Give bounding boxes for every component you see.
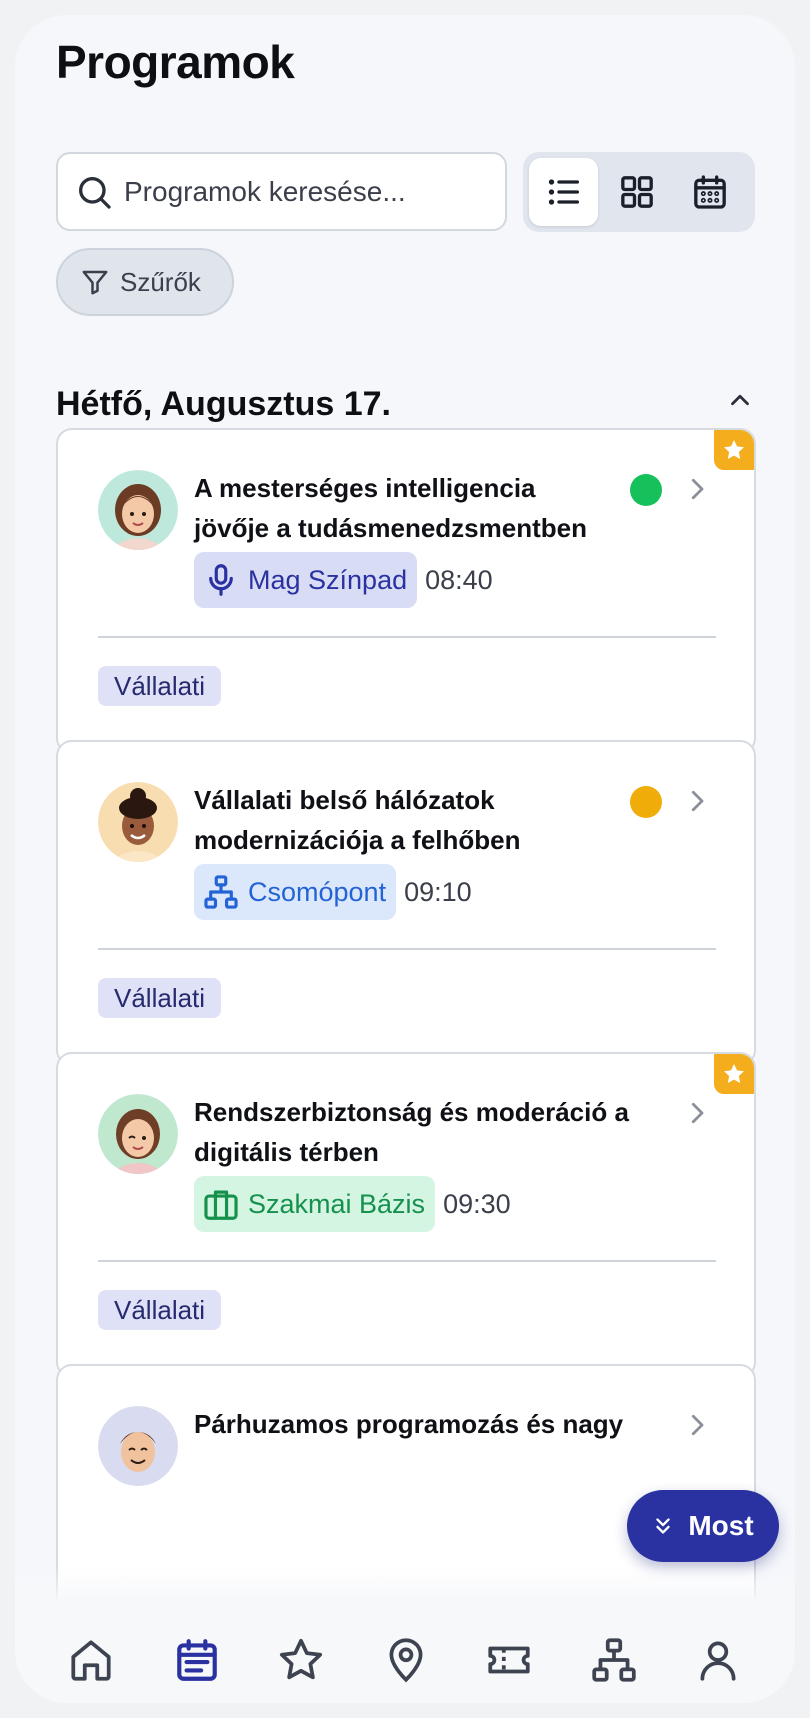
star-icon	[724, 1064, 744, 1083]
network-icon	[592, 1638, 636, 1682]
ticket-icon	[488, 1646, 530, 1674]
filter-icon	[82, 270, 108, 295]
star-icon	[724, 440, 744, 459]
avatar	[98, 1406, 178, 1486]
filter-label: Szűrők	[120, 266, 201, 297]
grid-icon	[621, 176, 653, 208]
calendar-view-button[interactable]	[676, 158, 745, 226]
calendar-icon	[694, 175, 727, 209]
grid-view-button[interactable]	[602, 158, 671, 226]
event-title: Párhuzamos programozás és nagy	[194, 1409, 624, 1439]
event-title: Rendszerbiztonság és moderáció a digitál…	[194, 1097, 629, 1167]
calendar-icon	[177, 1639, 217, 1681]
map-pin-icon	[389, 1638, 423, 1683]
event-time: 09:30	[443, 1188, 511, 1219]
location-chip[interactable]: Mag Színpad	[194, 552, 418, 608]
microphone-icon	[209, 564, 233, 596]
home-icon	[71, 1640, 111, 1681]
avatar	[98, 1094, 178, 1174]
network-icon	[204, 875, 238, 909]
filter-button[interactable]: Szűrők	[56, 248, 234, 316]
event-meta: Szakmai Bázis 09:30	[194, 1176, 511, 1232]
event-card[interactable]: Rendszerbiztonság és moderáció a digitál…	[56, 1052, 756, 1378]
search-input[interactable]: Programok keresése...	[56, 152, 507, 231]
favorite-badge[interactable]	[714, 1054, 754, 1094]
search-icon	[79, 176, 111, 209]
day-header: Hétfő, Augusztus 17.	[56, 385, 391, 423]
double-chevron-down-icon	[656, 1518, 671, 1534]
event-meta: Csomópont 09:10	[194, 864, 472, 920]
chevron-right-icon[interactable]	[682, 786, 712, 816]
category-tag: Vállalati	[98, 978, 222, 1018]
location-label: Szakmai Bázis	[248, 1188, 426, 1219]
event-time: 09:10	[404, 876, 472, 907]
status-dot	[630, 474, 662, 506]
search-placeholder: Programok keresése...	[124, 175, 406, 207]
chevron-right-icon[interactable]	[682, 1410, 712, 1440]
view-toggle	[523, 152, 755, 232]
tab-program[interactable]	[172, 1635, 222, 1685]
event-card[interactable]: A mesterséges intelligencia jövője a tud…	[56, 428, 756, 754]
category-tag: Vállalati	[98, 666, 222, 706]
location-chip[interactable]: Csomópont	[194, 864, 397, 920]
event-card[interactable]: Vállalati belső hálózatok modernizációja…	[56, 740, 756, 1066]
location-chip[interactable]: Szakmai Bázis	[194, 1176, 436, 1232]
now-button[interactable]: Most	[627, 1490, 779, 1562]
star-icon	[279, 1638, 323, 1680]
list-view-button[interactable]	[529, 158, 599, 226]
location-label: Csomópont	[248, 876, 387, 907]
divider	[98, 1260, 716, 1262]
tab-home[interactable]	[66, 1635, 116, 1685]
user-icon	[700, 1641, 736, 1681]
list-icon	[548, 179, 579, 205]
status-dot	[630, 786, 662, 818]
page-title: Programok	[56, 36, 295, 88]
avatar	[98, 782, 178, 862]
now-button-label: Most	[688, 1510, 754, 1541]
event-title: A mesterséges intelligencia jövője a tud…	[194, 473, 587, 543]
event-title: Vállalati belső hálózatok modernizációja…	[194, 785, 521, 855]
event-meta: Mag Színpad 08:40	[194, 552, 493, 608]
tab-map[interactable]	[381, 1635, 431, 1685]
tab-tickets[interactable]	[484, 1635, 534, 1685]
briefcase-icon	[204, 1190, 238, 1220]
app-screen: Programok Programok keresése... Szűrők H…	[15, 15, 795, 1703]
event-time: 08:40	[425, 564, 493, 595]
category-tag: Vállalati	[98, 1290, 222, 1330]
avatar	[98, 470, 178, 550]
location-label: Mag Színpad	[248, 564, 408, 595]
divider	[98, 948, 716, 950]
device-frame: Programok Programok keresése... Szűrők H…	[0, 0, 810, 1718]
tab-favorites[interactable]	[276, 1635, 326, 1685]
chevron-up-icon[interactable]	[725, 385, 755, 415]
chevron-right-icon[interactable]	[682, 474, 712, 504]
favorite-badge[interactable]	[714, 430, 754, 470]
tab-network[interactable]	[589, 1635, 639, 1685]
divider	[98, 636, 716, 638]
tab-profile[interactable]	[693, 1635, 743, 1685]
chevron-right-icon[interactable]	[682, 1098, 712, 1128]
